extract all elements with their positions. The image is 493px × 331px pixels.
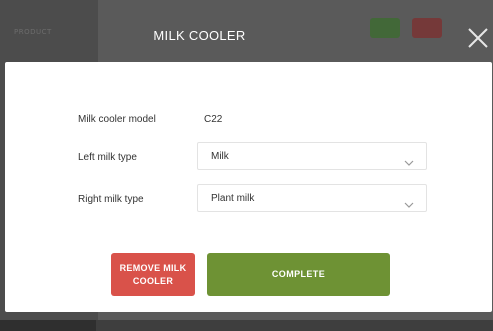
right-milk-select[interactable]: Plant milk: [197, 184, 427, 212]
remove-milk-cooler-button[interactable]: REMOVE MILK COOLER: [111, 253, 195, 296]
left-milk-select-value: Milk: [211, 151, 229, 162]
chevron-down-icon: [404, 194, 414, 208]
close-icon[interactable]: [466, 26, 490, 50]
chevron-down-icon: [404, 152, 414, 166]
remove-milk-cooler-label: REMOVE MILK COOLER: [119, 262, 187, 286]
model-value: C22: [204, 114, 223, 125]
status-indicator-red: [412, 18, 442, 38]
status-indicator-green: [370, 18, 400, 38]
left-milk-label: Left milk type: [78, 152, 137, 163]
bottom-bar-left: [0, 320, 96, 331]
milk-cooler-dialog: Milk cooler model C22 Left milk type Mil…: [5, 62, 492, 312]
model-label: Milk cooler model: [78, 114, 156, 125]
complete-button[interactable]: COMPLETE: [207, 253, 390, 296]
right-milk-select-value: Plant milk: [211, 193, 255, 204]
dialog-title: MILK COOLER: [153, 28, 246, 43]
right-milk-label: Right milk type: [78, 194, 144, 205]
left-milk-select[interactable]: Milk: [197, 142, 427, 170]
